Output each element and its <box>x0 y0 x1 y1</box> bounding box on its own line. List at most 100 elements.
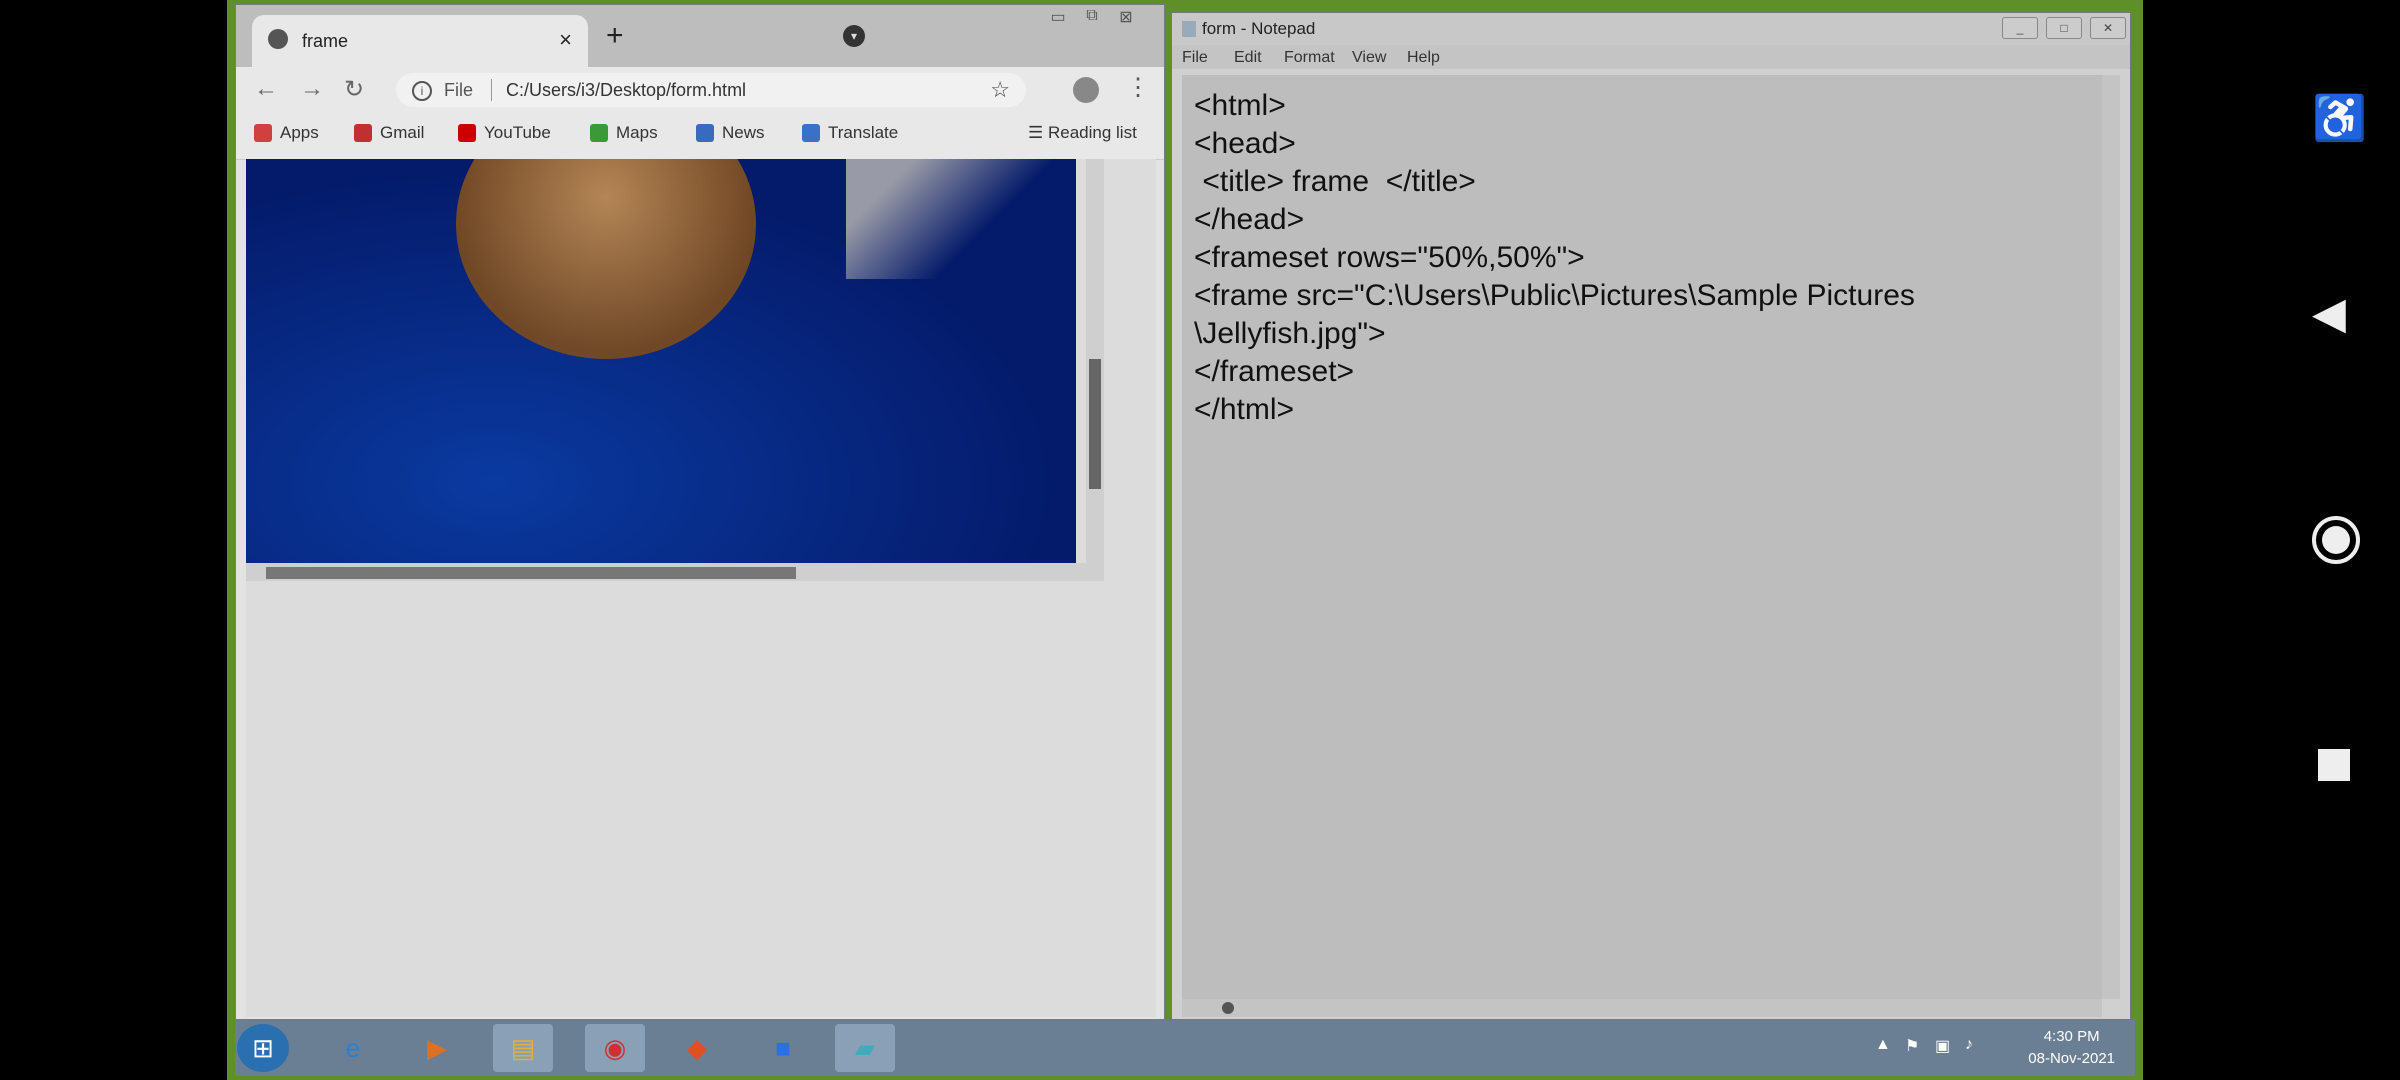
frame-vertical-scrollbar[interactable] <box>1086 159 1104 563</box>
accessibility-icon[interactable]: ♿ <box>2312 92 2367 144</box>
reading-list-button[interactable]: ☰ Reading list <box>1028 123 1137 143</box>
code-line: </head> <box>1194 203 1305 236</box>
network-icon[interactable]: ▣ <box>1935 1036 1950 1056</box>
menu-edit[interactable]: Edit <box>1234 49 1262 67</box>
start-button[interactable]: ⊞ <box>237 1024 289 1072</box>
home-inner-dot <box>2322 526 2350 554</box>
menu-file[interactable]: File <box>1182 49 1208 67</box>
notepad-window: form - Notepad _ □ ✕ File Edit Format Vi… <box>1171 12 2131 1020</box>
tab-title: frame <box>302 31 349 51</box>
new-tab-button[interactable]: + <box>606 19 624 53</box>
notepad-icon <box>1182 21 1196 37</box>
file-explorer-icon[interactable]: ▤ <box>493 1024 553 1072</box>
chrome-taskbar-icon[interactable]: ◉ <box>585 1024 645 1072</box>
address-bar[interactable]: i File C:/Users/i3/Desktop/form.html ☆ <box>396 73 1026 107</box>
bookmark-translate[interactable]: Translate <box>802 123 898 143</box>
bookmark-star-icon[interactable]: ☆ <box>990 77 1010 103</box>
tab-search-icon[interactable]: ▾ <box>843 25 865 47</box>
code-line: </frameset> <box>1194 355 1355 388</box>
url-text[interactable]: C:/Users/i3/Desktop/form.html <box>506 80 746 101</box>
action-center-flag-icon[interactable]: ⚑ <box>1905 1036 1919 1056</box>
info-icon[interactable]: i <box>412 81 432 101</box>
browser-toolbar: ← → ↻ i File C:/Users/i3/Desktop/form.ht… <box>236 67 1164 113</box>
bookmark-maps[interactable]: Maps <box>590 123 658 143</box>
back-icon[interactable]: ← <box>254 75 278 103</box>
browser-tab[interactable]: frame × <box>252 15 588 67</box>
bookmark-label: Maps <box>616 123 658 142</box>
window-title: form - Notepad <box>1202 19 1316 38</box>
bookmark-label: Gmail <box>380 123 425 142</box>
file-label: File <box>444 80 474 100</box>
bookmark-label: YouTube <box>484 123 551 142</box>
notepad-editor[interactable]: <html> <head> <title> frame </title> </h… <box>1182 75 2102 999</box>
code-line: <html> <box>1194 89 1286 122</box>
minimize-icon[interactable]: ▭ <box>1044 7 1072 27</box>
windows-logo-icon: ⊞ <box>252 1032 274 1063</box>
tab-strip: frame × + ▾ ▭ ⧉ ⊠ <box>236 5 1164 67</box>
volume-icon[interactable]: ♪ <box>1965 1036 1973 1054</box>
jellyfish-tentacles <box>846 159 1076 279</box>
menu-help[interactable]: Help <box>1407 49 1440 67</box>
minimize-icon[interactable]: _ <box>2002 17 2038 39</box>
bookmark-news[interactable]: News <box>696 123 765 143</box>
page-content <box>246 159 1156 1017</box>
divider <box>491 79 492 101</box>
translate-icon <box>802 124 820 142</box>
menu-view[interactable]: View <box>1352 49 1386 67</box>
scrollbar-thumb[interactable] <box>1089 359 1101 489</box>
maps-icon <box>590 124 608 142</box>
youtube-icon <box>458 124 476 142</box>
profile-avatar-icon[interactable] <box>1073 77 1099 103</box>
internet-explorer-icon[interactable]: e <box>323 1024 383 1072</box>
tab-close-icon[interactable]: × <box>559 27 572 53</box>
clock-date: 08-Nov-2021 <box>2028 1050 2115 1067</box>
frame-horizontal-scrollbar[interactable] <box>246 563 1104 581</box>
media-player-icon[interactable]: ▶ <box>407 1024 467 1072</box>
forward-icon[interactable]: → <box>300 75 324 103</box>
brave-browser-icon[interactable]: ◆ <box>667 1024 727 1072</box>
windows-desktop: frame × + ▾ ▭ ⧉ ⊠ ← → ↻ i File C:/Users/… <box>227 0 2143 1080</box>
code-line: </html> <box>1194 393 1295 426</box>
bookmark-apps[interactable]: Apps <box>254 123 319 143</box>
code-line: <frame src="C:\Users\Public\Pictures\Sam… <box>1194 279 1915 312</box>
globe-icon <box>268 29 288 49</box>
notepad-horizontal-scrollbar[interactable] <box>1182 999 2102 1017</box>
back-triangle-icon[interactable]: ◀ <box>2312 288 2346 339</box>
scrollbar-thumb[interactable] <box>266 567 796 579</box>
tray-expand-icon[interactable]: ▲ <box>1875 1036 1891 1054</box>
notepad-titlebar: form - Notepad _ □ ✕ <box>1172 13 2130 45</box>
recents-square-icon[interactable] <box>2318 749 2350 781</box>
android-navigation-bar: ♿ ◀ <box>2270 0 2400 1080</box>
clock-time: 4:30 PM <box>2043 1028 2100 1045</box>
code-line: <head> <box>1194 127 1296 160</box>
maximize-icon[interactable]: ⧉ <box>1078 7 1106 27</box>
zoom-icon[interactable]: ■ <box>753 1024 813 1072</box>
system-clock[interactable]: 4:30 PM 08-Nov-2021 <box>2028 1026 2115 1070</box>
notepad-taskbar-icon[interactable]: ▰ <box>835 1024 895 1072</box>
notepad-menubar: File Edit Format View Help <box>1172 45 2130 69</box>
notepad-vertical-scrollbar[interactable] <box>2102 75 2120 999</box>
chrome-window: frame × + ▾ ▭ ⧉ ⊠ ← → ↻ i File C:/Users/… <box>235 4 1165 1020</box>
maximize-icon[interactable]: □ <box>2046 17 2082 39</box>
close-icon[interactable]: ✕ <box>2090 17 2126 39</box>
bookmarks-bar: Apps Gmail YouTube Maps News Translate ☰… <box>236 113 1164 160</box>
jellyfish-frame-image <box>246 159 1076 563</box>
bookmark-youtube[interactable]: YouTube <box>458 123 551 143</box>
bookmark-gmail[interactable]: Gmail <box>354 123 424 143</box>
reload-icon[interactable]: ↻ <box>344 75 364 104</box>
bookmark-label: Apps <box>280 123 319 142</box>
close-icon[interactable]: ⊠ <box>1112 7 1140 27</box>
menu-format[interactable]: Format <box>1284 49 1335 67</box>
code-line: \Jellyfish.jpg"> <box>1194 317 1386 350</box>
home-circle-icon[interactable] <box>2312 516 2360 564</box>
code-line: <title> frame </title> <box>1194 165 1476 198</box>
kebab-menu-icon[interactable]: ⋮ <box>1126 73 1150 102</box>
bookmark-label: News <box>722 123 765 142</box>
apps-grid-icon <box>254 124 272 142</box>
scrollbar-thumb[interactable] <box>1222 1002 1234 1014</box>
gmail-icon <box>354 124 372 142</box>
jellyfish-shape <box>456 159 756 359</box>
news-icon <box>696 124 714 142</box>
bookmark-label: Translate <box>828 123 899 142</box>
code-line: <frameset rows="50%,50%"> <box>1194 241 1585 274</box>
